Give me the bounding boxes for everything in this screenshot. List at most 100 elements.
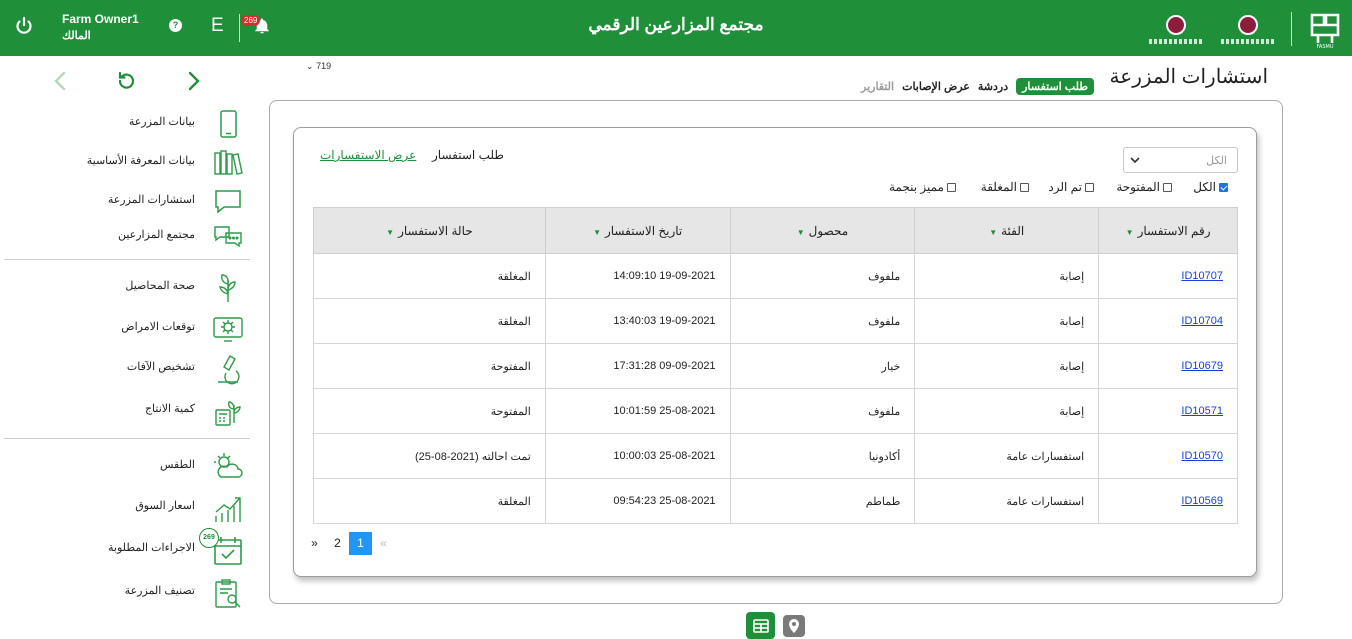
sort-caret-icon: ▼ xyxy=(796,227,805,237)
back-arrow-icon[interactable] xyxy=(50,70,72,92)
language-toggle[interactable]: E xyxy=(211,15,224,37)
filter-label: المفتوحة xyxy=(1116,180,1160,194)
map-pin-icon xyxy=(789,618,799,633)
sidebar-item-pest-diagnosis[interactable]: تشخيص الآفات xyxy=(0,349,252,389)
column-header-inquiry-id[interactable]: رقم الاستفسار▼ xyxy=(1098,207,1238,254)
chat-bubble-icon xyxy=(215,190,241,214)
status-filter-select[interactable]: الكل xyxy=(1123,147,1238,173)
column-header-inquiry-date[interactable]: تاريخ الاستفسار▼ xyxy=(544,207,731,254)
inquiry-id-link[interactable]: ID10569 xyxy=(1181,495,1223,507)
sidebar-item-label: مجتمع المزارعين xyxy=(117,229,195,241)
status-filter-checkboxes: الكل المفتوحة تم الرد المغلقة مميز بنجمة xyxy=(880,180,1230,198)
filter-label: مميز بنجمة xyxy=(888,180,944,194)
filter-starred[interactable]: مميز بنجمة xyxy=(889,180,956,194)
version-dropdown[interactable]: ⌄ 719 xyxy=(306,61,331,72)
tab-reports[interactable]: التقارير xyxy=(861,80,894,93)
cell-date: 09-09-2021 17:31:28 xyxy=(544,343,731,389)
help-icon[interactable]: ? xyxy=(169,19,182,32)
view-inquiries-link[interactable]: عرض الاستفسارات xyxy=(320,148,416,162)
ministry-logo-2 xyxy=(1219,10,1277,48)
filter-all[interactable]: الكل xyxy=(1193,180,1228,194)
sidebar-item-weather[interactable]: الطقس xyxy=(0,447,252,487)
cell-inquiry-id: ID10707 xyxy=(1098,253,1238,299)
column-header-category[interactable]: الفئة▼ xyxy=(914,207,1100,254)
table-grid-icon xyxy=(752,618,769,633)
tab-infections[interactable]: عرض الإصابات xyxy=(902,80,970,93)
inquiries-table: رقم الاستفسار▼ الفئة▼ محصول▼ تاريخ الاست… xyxy=(313,207,1238,524)
cell-crop: طماطم xyxy=(729,478,916,524)
inquiry-id-link[interactable]: ID10704 xyxy=(1181,315,1223,327)
table-row: ID10569 استفسارات عامة طماطم 25-08-2021 … xyxy=(313,478,1238,524)
filter-replied-checkbox[interactable] xyxy=(1085,182,1094,192)
sidebar-item-production-quantity[interactable]: كمية الانتاج xyxy=(0,391,252,431)
sidebar-item-farm-data[interactable]: بيانات المزرعة xyxy=(0,104,252,144)
sidebar-item-label: تصنيف المزرعة xyxy=(124,585,195,597)
inquiry-id-link[interactable]: ID10571 xyxy=(1181,405,1223,417)
next-page-button[interactable]: » xyxy=(303,532,326,555)
page-tabs: طلب استفسار دردشة عرض الإصابات التقارير xyxy=(861,78,1094,95)
filter-starred-checkbox[interactable] xyxy=(947,182,956,192)
inquiry-id-link[interactable]: ID10679 xyxy=(1181,360,1223,372)
page-1-button[interactable]: 1 xyxy=(349,532,372,555)
inquiry-request-label: طلب استفسار xyxy=(432,148,504,162)
sidebar-item-farm-consultations[interactable]: استشارات المزرعة xyxy=(0,182,252,222)
sidebar-item-knowledge-base[interactable]: بيانات المعرفة الأساسية xyxy=(0,143,252,183)
user-info[interactable]: Farm Owner1 المالك xyxy=(62,11,139,45)
view-toggle xyxy=(746,612,805,639)
cell-category: إصابة xyxy=(914,298,1100,344)
chevron-down-icon xyxy=(1130,157,1140,164)
table-row: ID10571 إصابة ملفوف 25-08-2021 10:01:59 … xyxy=(313,388,1238,434)
cell-crop: أكادونيا xyxy=(729,433,916,479)
refresh-icon[interactable] xyxy=(115,70,137,92)
filter-closed[interactable]: المغلقة xyxy=(981,180,1029,194)
table-header-row: رقم الاستفسار▼ الفئة▼ محصول▼ تاريخ الاست… xyxy=(313,207,1238,254)
ministry-logo-1 xyxy=(1147,10,1205,48)
column-header-crop[interactable]: محصول▼ xyxy=(729,207,916,254)
status-filter-value: الكل xyxy=(1206,155,1227,167)
sidebar-item-label: استشارات المزرعة xyxy=(107,194,195,206)
community-chat-icon xyxy=(214,226,242,248)
cell-crop: خيار xyxy=(729,343,916,389)
inquiry-id-link[interactable]: ID10570 xyxy=(1181,450,1223,462)
required-actions-badge: 269 xyxy=(199,528,219,548)
power-icon[interactable] xyxy=(12,14,36,38)
inquiry-id-link[interactable]: ID10707 xyxy=(1181,270,1223,282)
cell-crop: ملفوف xyxy=(729,253,916,299)
page-2-button[interactable]: 2 xyxy=(326,532,349,555)
notification-badge: 269 xyxy=(241,15,261,26)
map-view-button[interactable] xyxy=(783,614,805,637)
sidebar-item-crop-health[interactable]: صحة المحاصيل xyxy=(0,268,252,308)
tab-inquiry-request[interactable]: طلب استفسار xyxy=(1016,78,1094,95)
sidebar-item-label: بيانات المعرفة الأساسية xyxy=(86,155,195,167)
prev-page-button[interactable]: « xyxy=(372,532,395,555)
forward-arrow-icon[interactable] xyxy=(182,70,204,92)
sort-caret-icon: ▼ xyxy=(593,227,601,237)
sidebar-divider xyxy=(4,438,250,439)
user-name: Farm Owner1 xyxy=(62,12,139,26)
sidebar-item-label: كمية الانتاج xyxy=(144,403,195,415)
sidebar-item-farmers-community[interactable]: مجتمع المزارعين xyxy=(0,217,252,257)
weather-icon xyxy=(214,453,243,478)
filter-closed-checkbox[interactable] xyxy=(1020,182,1029,192)
sidebar-item-disease-forecast[interactable]: توقعات الامراض xyxy=(0,309,252,349)
filter-replied[interactable]: تم الرد xyxy=(1048,180,1094,194)
cell-date: 25-08-2021 10:01:59 xyxy=(544,388,731,434)
cell-crop: ملفوف xyxy=(729,298,916,344)
sidebar-item-market-prices[interactable]: اسعار السوق xyxy=(0,488,252,528)
sidebar-item-required-actions[interactable]: 269 الاجراءات المطلوبة xyxy=(0,528,252,570)
filter-open-checkbox[interactable] xyxy=(1163,182,1172,192)
logo-divider xyxy=(1291,12,1292,46)
cell-category: إصابة xyxy=(914,388,1100,434)
virus-monitor-icon xyxy=(213,317,243,342)
table-view-button[interactable] xyxy=(746,612,775,639)
filter-open[interactable]: المفتوحة xyxy=(1116,180,1172,194)
sidebar-divider xyxy=(4,259,250,260)
sort-caret-icon: ▼ xyxy=(386,227,395,237)
cell-inquiry-id: ID10571 xyxy=(1098,388,1238,434)
filter-label: الكل xyxy=(1193,180,1216,194)
cell-crop: ملفوف xyxy=(729,388,916,434)
tab-chat[interactable]: دردشة xyxy=(978,80,1008,93)
sidebar-item-farm-classification[interactable]: تصنيف المزرعة xyxy=(0,573,252,613)
column-header-inquiry-status[interactable]: حالة الاستفسار▼ xyxy=(313,207,546,254)
filter-all-checkbox[interactable] xyxy=(1219,182,1228,192)
